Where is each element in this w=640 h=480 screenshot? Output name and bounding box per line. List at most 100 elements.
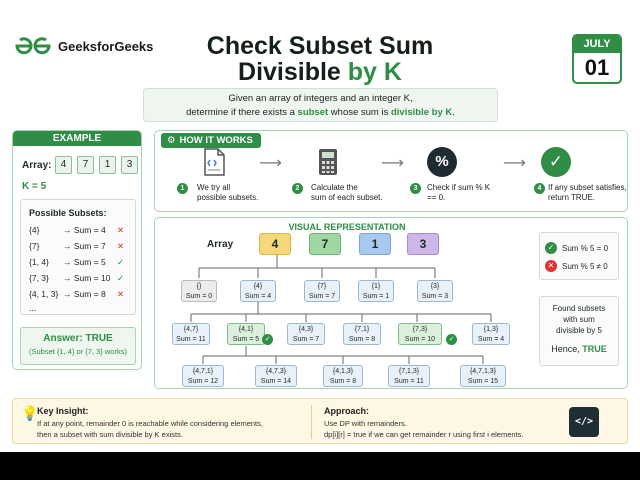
check-circle-icon: ✓ xyxy=(545,242,557,254)
step-text-line: sum of each subset. xyxy=(311,193,383,202)
node-sum: Sum = 4 xyxy=(477,335,505,343)
problem-keyword-subset: subset xyxy=(297,107,329,118)
node-set: {7,3} xyxy=(412,326,428,333)
node-set: {7,1} xyxy=(354,326,370,333)
node-set: {7} xyxy=(317,283,327,290)
node-sum: Sum = 11 xyxy=(394,377,424,385)
example-array-cell: 7 xyxy=(77,156,94,174)
step-text-line: Check if sum % K xyxy=(427,183,491,192)
node-set: {7,1,3} xyxy=(398,368,420,375)
subset-row: {4} → Sum = 4 ✕ xyxy=(29,225,133,237)
insight-title: Key Insight: xyxy=(37,406,89,416)
tree-node-divisible: {7,3} Sum = 10 xyxy=(398,323,442,345)
example-array-cell: 1 xyxy=(99,156,116,174)
problem-line-2: determine if there exists a subset whose… xyxy=(144,106,497,120)
approach-text: Use DP with remainders. dp[i][r] = true … xyxy=(324,418,523,440)
problem-text: whose sum is xyxy=(328,107,391,118)
code-icon: </> xyxy=(569,407,599,437)
node-sum: Sum = 8 xyxy=(348,335,376,343)
problem-text: determine if there exists a xyxy=(186,107,298,118)
how-it-works-panel: ⚙ HOW IT WORKS ⟶ ⟶ % ⟶ ✓ 1 We try all po… xyxy=(154,130,628,212)
k-value: K = 5 xyxy=(22,181,47,192)
found-line: with sum xyxy=(563,315,595,324)
approach-line: Use DP with remainders. xyxy=(324,419,407,428)
legend-no: ✕ Sum % 5 ≠ 0 xyxy=(545,260,608,272)
node-set: {4,3} xyxy=(298,326,314,333)
step-1-text: We try all possible subsets. xyxy=(197,183,258,203)
node-set: {1} xyxy=(371,283,381,290)
tree-node: {4,7,3} Sum = 14 xyxy=(255,365,297,387)
tree-node: {7,1,3} Sum = 11 xyxy=(388,365,430,387)
check-badge-icon: ✓ xyxy=(446,334,457,345)
tree-node: {4,7,1,3} Sum = 15 xyxy=(460,365,506,387)
subset-sum: → Sum = 5 xyxy=(63,257,106,267)
tree-node: {} Sum = 0 xyxy=(181,280,217,302)
lightbulb-icon: 💡 xyxy=(21,405,39,421)
subset-sum: → Sum = 7 xyxy=(63,241,106,251)
step-text-line: possible subsets. xyxy=(197,193,259,202)
tree-node: {3} Sum = 3 xyxy=(417,280,453,302)
how-it-works-title: HOW IT WORKS xyxy=(179,135,253,146)
more-subsets: ... xyxy=(29,303,37,313)
problem-line-1: Given an array of integers and an intege… xyxy=(228,93,413,104)
example-title: EXAMPLE xyxy=(13,131,141,146)
subset-row: {1, 4} → Sum = 5 ✓ xyxy=(29,257,133,269)
approach-title: Approach: xyxy=(324,406,369,416)
title-line-2-prefix: Divisible xyxy=(238,58,348,86)
node-set: {4,7,1} xyxy=(192,368,214,375)
arrow-right-icon: ⟶ xyxy=(259,155,282,172)
date-badge: JULY 01 xyxy=(572,34,622,84)
found-summary: Found subsets with sum divisible by 5 He… xyxy=(539,296,619,366)
step-number: 4 xyxy=(534,183,545,194)
step-text-line: return TRUE. xyxy=(548,193,595,202)
found-line: divisible by 5 xyxy=(556,326,602,335)
legend: ✓ Sum % 5 = 0 ✕ Sum % 5 ≠ 0 xyxy=(539,232,619,280)
tree-node: {7} Sum = 7 xyxy=(304,280,340,302)
problem-statement: Given an array of integers and an intege… xyxy=(143,88,498,122)
step-4-text: If any subset satisfies, return TRUE. xyxy=(548,183,627,203)
subset-set: {4, 1, 3} xyxy=(29,289,59,299)
arrow-right-icon: ⟶ xyxy=(503,155,526,172)
visual-title: VISUAL REPRESENTATION xyxy=(288,222,406,232)
step-2-text: Calculate the sum of each subset. xyxy=(311,183,383,203)
visual-array-cell: 7 xyxy=(309,233,341,255)
visual-array-label: Array xyxy=(207,239,234,250)
node-set: {4,7,3} xyxy=(265,368,287,375)
tree-node: {4,7,1} Sum = 12 xyxy=(182,365,224,387)
node-sum: Sum = 7 xyxy=(308,292,336,300)
node-set: {} xyxy=(196,283,202,290)
step-number: 1 xyxy=(177,183,188,194)
step-text-line: If any subset satisfies, xyxy=(548,183,627,192)
tree-node: {1} Sum = 1 xyxy=(358,280,394,302)
hence-prefix: Hence, xyxy=(551,344,583,354)
visual-representation-panel: VISUAL REPRESENTATION Array 4 7 1 3 {} Su… xyxy=(154,217,628,389)
tree-node: {7,1} Sum = 8 xyxy=(343,323,381,345)
insight-line: If at any point, remainder 0 is reachabl… xyxy=(37,419,263,428)
node-sum: Sum = 3 xyxy=(421,292,449,300)
subset-row: {4, 1, 3} → Sum = 8 ✕ xyxy=(29,289,133,301)
insight-text: If at any point, remainder 0 is reachabl… xyxy=(37,418,263,440)
step-text-line: == 0. xyxy=(427,193,446,202)
node-sum: Sum = 8 xyxy=(329,377,357,385)
found-line: Found subsets xyxy=(552,304,606,313)
cross-icon: ✕ xyxy=(117,241,125,251)
example-panel: EXAMPLE Array: 4 7 1 3 K = 5 Possible Su… xyxy=(12,130,142,370)
node-sum: Sum = 14 xyxy=(260,377,292,385)
problem-keyword-divisible: divisible by K xyxy=(390,107,453,118)
answer-box: Answer: TRUE (Subset {1, 4} or {7, 3} wo… xyxy=(20,327,136,365)
tree-node: {4,7} Sum = 11 xyxy=(172,323,210,345)
calculator-icon xyxy=(319,149,337,175)
tree-node: {1,3} Sum = 4 xyxy=(472,323,510,345)
node-sum: Sum = 10 xyxy=(404,335,436,343)
document-code-icon xyxy=(204,148,225,176)
step-number: 2 xyxy=(292,183,303,194)
possible-subsets-box: Possible Subsets: {4} → Sum = 4 ✕ {7} → … xyxy=(20,199,136,315)
subset-row: {7} → Sum = 7 ✕ xyxy=(29,241,133,253)
date-day: 01 xyxy=(584,55,610,80)
step-number: 3 xyxy=(410,183,421,194)
legend-yes-label: Sum % 5 = 0 xyxy=(562,243,609,253)
divider xyxy=(311,405,312,439)
check-icon: ✓ xyxy=(117,273,125,283)
node-sum: Sum = 1 xyxy=(362,292,390,300)
subset-set: {1, 4} xyxy=(29,257,49,267)
